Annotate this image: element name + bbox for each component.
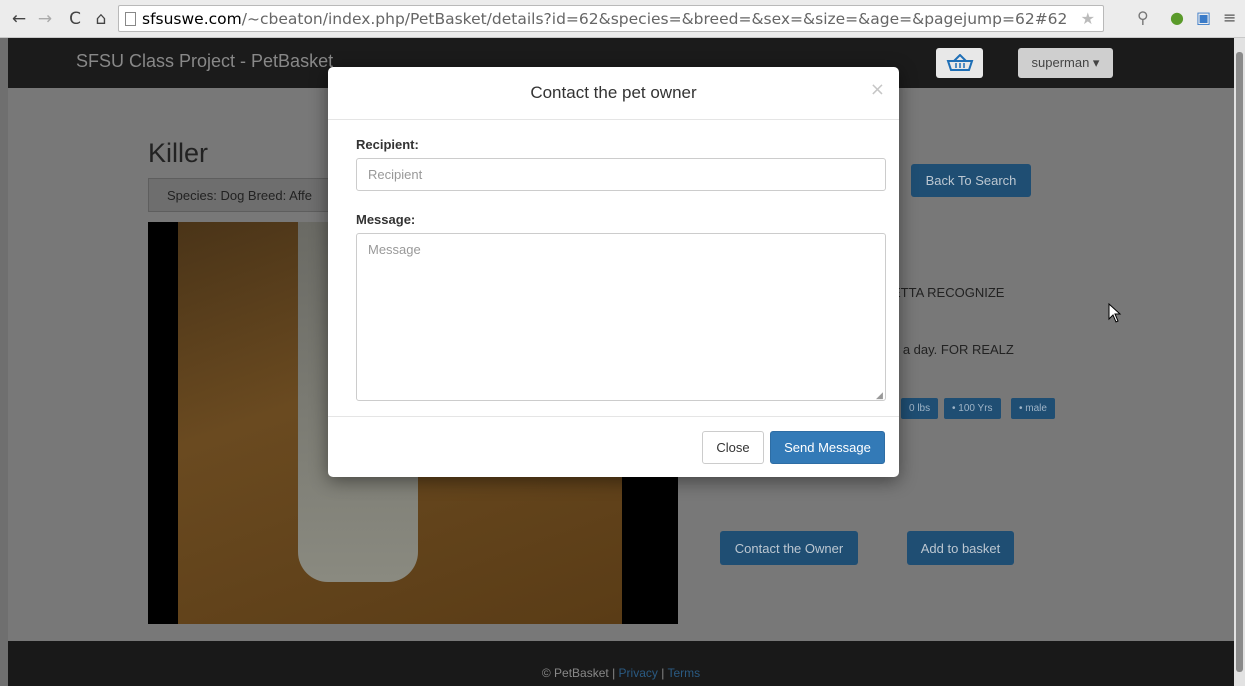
message-label: Message:: [356, 212, 416, 227]
back-arrow-icon[interactable]: ←: [8, 9, 30, 29]
user-menu-button[interactable]: superman ▾: [1018, 48, 1113, 78]
tag-weight: 0 lbs: [901, 398, 939, 419]
browser-toolbar: ← → C ⌂ sfsuswe.com/~cbeaton/index.php/P…: [0, 0, 1245, 38]
recipient-input[interactable]: [356, 158, 886, 191]
add-to-basket-button[interactable]: Add to basket: [907, 531, 1014, 565]
pet-description-line2: e a day. FOR REALZ: [892, 342, 1014, 357]
basket-icon: [946, 54, 973, 71]
modal-footer: Close Send Message: [328, 416, 899, 477]
page-scrollbar[interactable]: [1234, 38, 1245, 686]
extension-icon[interactable]: ⚲: [1137, 8, 1149, 27]
extension-icon[interactable]: ▣: [1196, 8, 1211, 27]
page-footer: © PetBasket | Privacy | Terms: [8, 641, 1234, 686]
navbar-brand[interactable]: SFSU Class Project - PetBasket: [76, 51, 333, 72]
menu-icon[interactable]: ≡: [1223, 8, 1236, 27]
tag-age: • 100 Yrs: [944, 398, 1001, 419]
basket-button[interactable]: [936, 48, 983, 78]
extension-icon[interactable]: ●: [1170, 8, 1184, 27]
forward-arrow-icon[interactable]: →: [34, 9, 56, 29]
scrollbar-thumb[interactable]: [1236, 52, 1243, 672]
mouse-cursor-icon: [1108, 303, 1122, 323]
url-host: sfsuswe.com: [142, 9, 242, 28]
home-icon[interactable]: ⌂: [90, 9, 112, 29]
pet-description-line1: ETTA RECOGNIZE: [892, 285, 1005, 300]
resize-grip-icon[interactable]: ◢: [876, 391, 883, 401]
close-button[interactable]: Close: [702, 431, 764, 464]
tag-sex: • male: [1011, 398, 1055, 419]
back-to-search-button[interactable]: Back To Search: [911, 164, 1031, 197]
contact-owner-button[interactable]: Contact the Owner: [720, 531, 858, 565]
message-textarea[interactable]: [356, 233, 886, 401]
footer-copyright: © PetBasket |: [541, 666, 619, 680]
pet-name: Killer: [148, 138, 209, 168]
footer-privacy-link[interactable]: Privacy: [619, 666, 658, 680]
modal-title: Contact the pet owner: [530, 83, 697, 102]
star-icon[interactable]: ★: [1081, 9, 1095, 28]
recipient-label: Recipient:: [356, 137, 419, 152]
send-message-button[interactable]: Send Message: [770, 431, 885, 464]
close-icon[interactable]: ×: [870, 79, 885, 100]
address-bar[interactable]: sfsuswe.com/~cbeaton/index.php/PetBasket…: [118, 5, 1104, 32]
url-path: /~cbeaton/index.php/PetBasket/details?id…: [241, 9, 1068, 28]
page-icon: [125, 11, 136, 26]
reload-icon[interactable]: C: [64, 9, 86, 29]
modal-header: Contact the pet owner ×: [328, 67, 899, 120]
footer-terms-link[interactable]: Terms: [667, 666, 700, 680]
contact-owner-modal: Contact the pet owner × Recipient: Messa…: [328, 67, 899, 477]
